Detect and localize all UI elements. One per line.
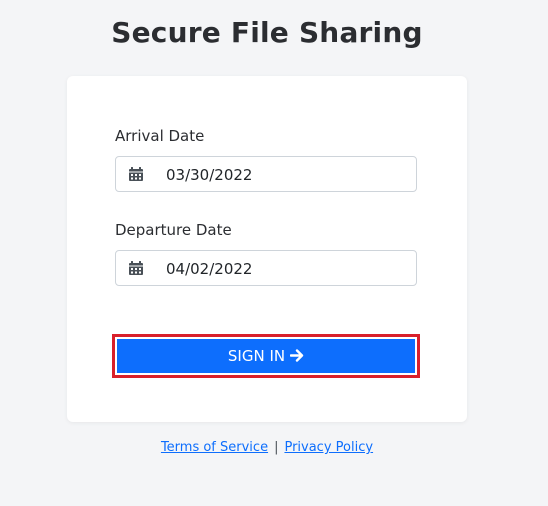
arrow-right-icon xyxy=(289,347,304,366)
page-title: Secure File Sharing xyxy=(111,16,423,49)
sign-in-button[interactable]: SIGN IN xyxy=(117,339,415,373)
calendar-icon xyxy=(128,166,144,182)
sign-in-label: SIGN IN xyxy=(227,347,286,365)
sign-in-highlight: SIGN IN xyxy=(112,334,420,378)
arrival-date-field[interactable]: 03/30/2022 xyxy=(115,156,417,192)
arrival-date-label: Arrival Date xyxy=(115,127,205,145)
calendar-icon xyxy=(128,260,144,276)
terms-of-service-link[interactable]: Terms of Service xyxy=(161,440,268,455)
arrival-date-value: 03/30/2022 xyxy=(166,166,253,184)
footer-separator: | xyxy=(274,440,279,455)
departure-date-field[interactable]: 04/02/2022 xyxy=(115,250,417,286)
footer: Terms of Service | Privacy Policy xyxy=(0,440,534,455)
departure-date-label: Departure Date xyxy=(115,221,232,239)
departure-date-value: 04/02/2022 xyxy=(166,260,253,278)
login-card: Arrival Date 03/30/2022 Departure Date 0… xyxy=(67,76,467,422)
privacy-policy-link[interactable]: Privacy Policy xyxy=(284,440,373,455)
